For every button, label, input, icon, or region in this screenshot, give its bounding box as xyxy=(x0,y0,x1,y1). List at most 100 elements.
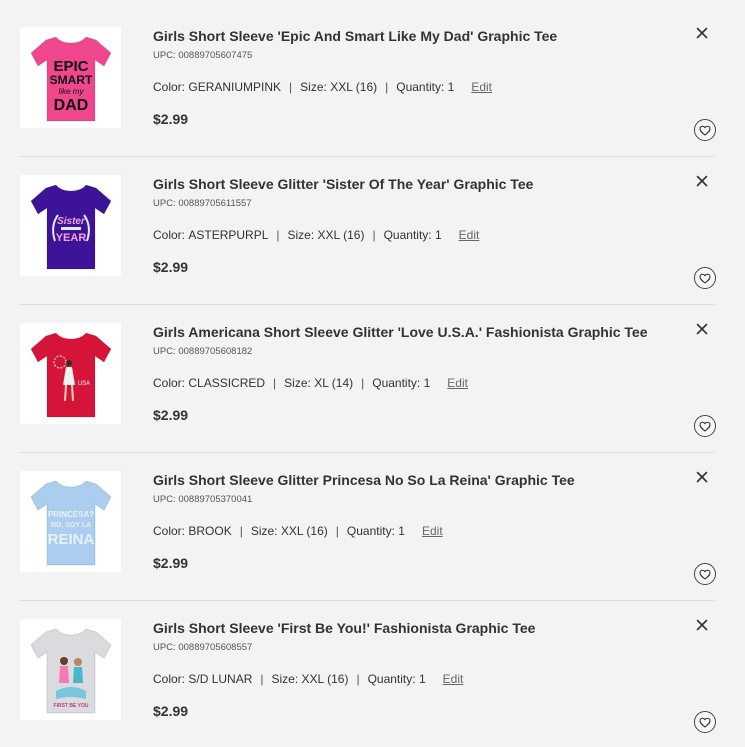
heart-icon xyxy=(699,569,711,580)
shirt-print-text: REINA xyxy=(47,531,94,548)
separator: | xyxy=(385,80,389,94)
close-icon xyxy=(696,27,708,39)
shirt-print-text: FIRST BE YOU xyxy=(53,703,88,709)
shirt-print-graphic xyxy=(58,665,69,683)
separator: | xyxy=(276,228,280,242)
edit-link[interactable]: Edit xyxy=(471,80,492,94)
separator: | xyxy=(239,524,243,538)
product-upc: UPC: 00889705611557 xyxy=(153,198,252,209)
size-label: Size: xyxy=(250,524,278,538)
close-icon xyxy=(696,175,708,187)
size-label: Size: xyxy=(287,228,315,242)
product-image[interactable]: FIRST BE YOU xyxy=(20,619,121,720)
shirt-print-graphic xyxy=(65,359,72,366)
quantity-label: Quantity: xyxy=(346,524,395,538)
remove-item-button[interactable] xyxy=(695,322,709,336)
size-value: XXL (16) xyxy=(301,672,349,686)
product-title[interactable]: Girls Short Sleeve Glitter Princesa No S… xyxy=(153,472,575,488)
product-title[interactable]: Girls Short Sleeve Glitter 'Sister Of Th… xyxy=(153,176,533,192)
shirt-print-text: YEAR xyxy=(55,232,86,244)
color-value: BROOK xyxy=(188,524,232,538)
shirt-print-text: USA xyxy=(77,381,89,387)
color-value: S/D LUNAR xyxy=(188,672,253,686)
wishlist-button[interactable] xyxy=(694,415,716,437)
product-price: $2.99 xyxy=(153,111,189,127)
upc-label: UPC: xyxy=(153,494,176,505)
heart-icon xyxy=(699,421,711,432)
quantity-value: 1 xyxy=(423,376,431,390)
quantity-label: Quantity: xyxy=(372,376,421,390)
separator: | xyxy=(356,672,360,686)
shirt-print-text: Sister xyxy=(57,216,86,227)
product-image[interactable]: EPIC SMART like my DAD xyxy=(20,27,121,128)
upc-value: 00889705370041 xyxy=(178,494,253,505)
separator: | xyxy=(260,672,264,686)
upc-value: 00889705608182 xyxy=(178,346,253,357)
wishlist-button[interactable] xyxy=(694,711,716,733)
separator: | xyxy=(289,80,293,94)
remove-item-button[interactable] xyxy=(695,26,709,40)
wishlist-button[interactable] xyxy=(694,119,716,141)
product-upc: UPC: 00889705608557 xyxy=(153,642,252,653)
separator: | xyxy=(335,524,339,538)
close-icon xyxy=(696,471,708,483)
color-value: CLASSICRED xyxy=(188,376,266,390)
product-attributes: Color: GERANIUMPINK | Size: XXL (16) | Q… xyxy=(153,80,492,94)
shirt-print-text: PRINCESA? xyxy=(47,510,93,519)
separator: | xyxy=(361,376,365,390)
upc-value: 00889705607475 xyxy=(178,50,253,61)
tshirt-image: FIRST BE YOU xyxy=(29,628,112,713)
remove-item-button[interactable] xyxy=(695,470,709,484)
tshirt-image: USA xyxy=(29,332,112,417)
upc-value: 00889705611557 xyxy=(178,198,252,209)
color-value: GERANIUMPINK xyxy=(188,80,282,94)
heart-icon xyxy=(699,273,711,284)
product-attributes: Color: S/D LUNAR | Size: XXL (16) | Quan… xyxy=(153,672,463,686)
cart-item-list: EPIC SMART like my DAD Girls Short Sleeve '… xyxy=(0,0,745,747)
wishlist-button[interactable] xyxy=(694,563,716,585)
tshirt-image: EPICSMARTlike myDAD xyxy=(29,36,112,121)
edit-link[interactable]: Edit xyxy=(443,672,464,686)
size-value: XXL (16) xyxy=(317,228,365,242)
heart-icon xyxy=(699,125,711,136)
size-label: Size: xyxy=(271,672,299,686)
product-title[interactable]: Girls Short Sleeve 'Epic And Smart Like … xyxy=(153,28,557,44)
product-image[interactable]: PRINCESA? NO, SOY LA REINA xyxy=(20,471,121,572)
product-price: $2.99 xyxy=(153,555,189,571)
shirt-print-graphic xyxy=(60,226,81,230)
size-value: XXL (16) xyxy=(280,524,328,538)
shirt-print-text: DAD xyxy=(53,97,88,114)
product-title[interactable]: Girls Americana Short Sleeve Glitter 'Lo… xyxy=(153,324,647,340)
cart-item: Sister YEAR Girls Short Sleeve Glitter 'S… xyxy=(0,148,745,296)
product-attributes: Color: BROOK | Size: XXL (16) | Quantity… xyxy=(153,524,443,538)
cart-item: FIRST BE YOU Girls Short Sleeve 'First B… xyxy=(0,592,745,740)
product-upc: UPC: 00889705370041 xyxy=(153,494,252,505)
cart-item: USA Girls Americana Short Sleeve Glitter… xyxy=(0,296,745,444)
upc-label: UPC: xyxy=(153,50,176,61)
separator: | xyxy=(273,376,277,390)
product-upc: UPC: 00889705608182 xyxy=(153,346,252,357)
product-image[interactable]: USA xyxy=(20,323,121,424)
product-attributes: Color: CLASSICRED | Size: XL (14) | Quan… xyxy=(153,376,468,390)
product-image[interactable]: Sister YEAR xyxy=(20,175,121,276)
shirt-print-text: like my xyxy=(58,87,84,96)
size-value: XXL (16) xyxy=(330,80,378,94)
cart-item: EPIC SMART like my DAD Girls Short Sleeve '… xyxy=(0,0,745,148)
product-price: $2.99 xyxy=(153,407,189,423)
edit-link[interactable]: Edit xyxy=(422,524,443,538)
product-upc: UPC: 00889705607475 xyxy=(153,50,252,61)
product-attributes: Color: ASTERPURPL | Size: XXL (16) | Qua… xyxy=(153,228,479,242)
tshirt-image: Sister YEAR xyxy=(29,184,112,269)
wishlist-button[interactable] xyxy=(694,267,716,289)
remove-item-button[interactable] xyxy=(695,174,709,188)
edit-link[interactable]: Edit xyxy=(459,228,480,242)
close-icon xyxy=(696,619,708,631)
remove-item-button[interactable] xyxy=(695,618,709,632)
shirt-print-text: SMART xyxy=(49,73,92,87)
product-price: $2.99 xyxy=(153,703,189,719)
edit-link[interactable]: Edit xyxy=(447,376,468,390)
upc-label: UPC: xyxy=(153,346,176,357)
quantity-label: Quantity: xyxy=(396,80,445,94)
product-title[interactable]: Girls Short Sleeve 'First Be You!' Fashi… xyxy=(153,620,535,636)
color-label: Color: xyxy=(153,672,186,686)
